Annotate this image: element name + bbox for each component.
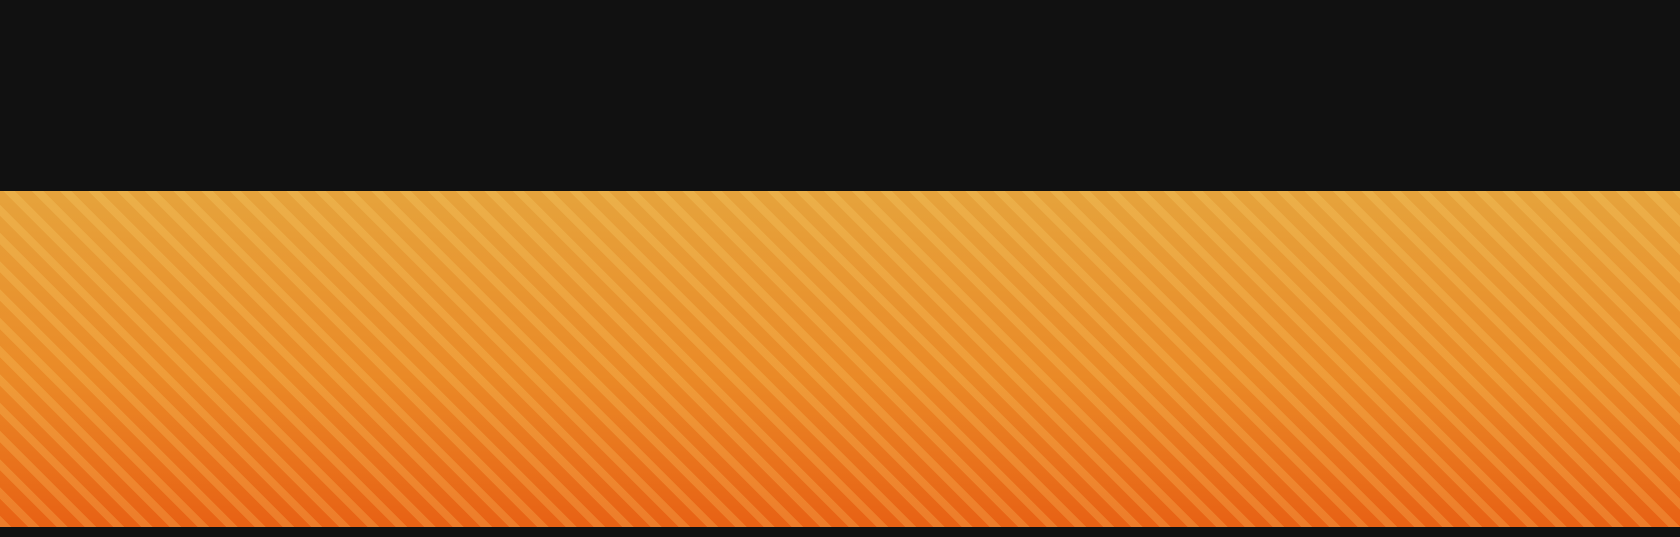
bottom-dark-strip: [0, 527, 1680, 537]
progress-fill: [0, 191, 1680, 527]
top-dark-area: [0, 0, 1680, 191]
page: [0, 0, 1680, 537]
progress-track: [0, 191, 1680, 527]
